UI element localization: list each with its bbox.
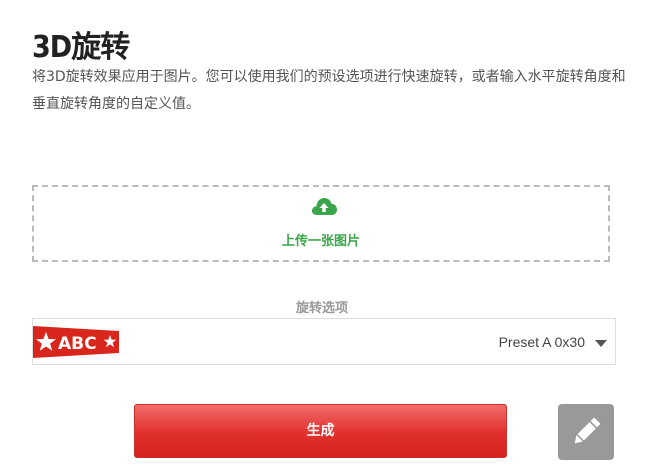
- select-value: Preset A 0x30: [498, 334, 585, 350]
- cloud-upload-icon: [311, 198, 337, 215]
- upload-dropzone[interactable]: 上传一张图片: [32, 185, 610, 262]
- page-description: 将3D旋转效果应用于图片。您可以使用我们的预设选项进行快速旋转，或者输入水平旋转…: [32, 69, 626, 112]
- preset-thumbnail-text: ABC: [58, 334, 97, 354]
- rotation-preset-select[interactable]: ABC Preset A 0x30: [32, 318, 616, 365]
- pencil-icon: [574, 417, 601, 444]
- generate-button[interactable]: 生成: [134, 404, 507, 458]
- page-title: 3D旋转: [32, 30, 130, 65]
- rotation-options-label: 旋转选项: [295, 301, 348, 316]
- edit-button[interactable]: [558, 404, 614, 460]
- preset-thumbnail: ABC: [33, 326, 119, 358]
- upload-label: 上传一张图片: [281, 234, 360, 249]
- chevron-down-icon: [595, 340, 607, 347]
